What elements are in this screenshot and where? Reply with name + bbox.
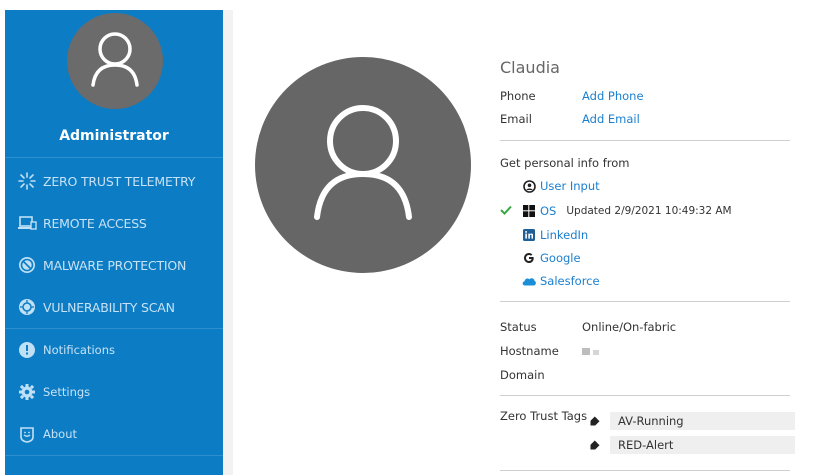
sidebar-item-label: About [43, 427, 78, 441]
email-row: Email Add Email [500, 112, 640, 126]
about-icon [20, 427, 34, 443]
source-label: OS [540, 204, 557, 218]
status-label: Status [500, 320, 537, 334]
source-label: Salesforce [540, 274, 600, 288]
tag-item: AV-Running [590, 412, 795, 430]
check-icon [500, 205, 512, 215]
sidebar-group-modules: ZERO TRUST TELEMETRY REMOTE ACCESS MALWA… [5, 158, 223, 329]
status-row: Status Online/On-fabric [500, 320, 676, 334]
windows-icon [523, 205, 535, 217]
sources-title: Get personal info from [500, 156, 630, 170]
divider [500, 140, 790, 141]
phone-label: Phone [500, 89, 536, 103]
sidebar-item-remote-access[interactable]: REMOTE ACCESS [5, 202, 223, 244]
source-updated-text: Updated 2/9/2021 10:49:32 AM [566, 205, 732, 217]
hostname-row: Hostname [500, 344, 599, 358]
google-icon [524, 253, 534, 263]
domain-label: Domain [500, 368, 545, 382]
divider [500, 470, 790, 471]
linkedin-icon [523, 229, 535, 241]
source-salesforce[interactable]: Salesforce [500, 273, 600, 289]
source-linkedin[interactable]: LinkedIn [500, 227, 588, 243]
source-google[interactable]: Google [500, 250, 581, 266]
remote-access-icon [18, 216, 37, 230]
sidebar-item-label: ZERO TRUST TELEMETRY [43, 173, 196, 189]
malware-protection-icon [19, 257, 35, 273]
sidebar-item-label: VULNERABILITY SCAN [43, 299, 175, 315]
sidebar-item-label: Notifications [43, 343, 115, 357]
email-label: Email [500, 112, 532, 126]
profile-avatar [255, 57, 471, 273]
source-label: User Input [540, 179, 600, 193]
sidebar-item-label: Settings [43, 385, 91, 399]
source-os[interactable]: OS Updated 2/9/2021 10:49:32 AM [500, 203, 732, 219]
hostname-value-redacted [582, 344, 599, 358]
telemetry-icon [18, 172, 36, 190]
zero-trust-tags-label: Zero Trust Tags [500, 409, 588, 423]
top-strip [0, 0, 838, 10]
gear-icon [19, 384, 35, 400]
sidebar-item-about[interactable]: About [5, 413, 223, 455]
domain-row: Domain [500, 368, 545, 382]
sidebar-item-label: REMOTE ACCESS [43, 215, 147, 231]
add-email-link[interactable]: Add Email [582, 112, 640, 126]
tag-label: AV-Running [610, 412, 795, 430]
tag-label: RED-Alert [610, 436, 795, 454]
tag-icon [590, 416, 600, 426]
content-gutter [223, 10, 233, 475]
user-icon [522, 179, 536, 193]
source-user-input[interactable]: User Input [500, 178, 600, 194]
source-label: LinkedIn [540, 228, 589, 242]
sidebar-header: Administrator [5, 10, 223, 158]
salesforce-icon [522, 277, 536, 285]
profile-panel: Claudia Phone Add Phone Email Add Email … [233, 10, 838, 475]
alert-icon [19, 342, 35, 358]
divider [500, 301, 790, 302]
vulnerability-scan-icon [19, 299, 35, 315]
tag-icon [590, 440, 600, 450]
sidebar-item-settings[interactable]: Settings [5, 371, 223, 413]
sidebar-item-malware-protection[interactable]: MALWARE PROTECTION [5, 244, 223, 286]
sidebar: Administrator ZERO TRUST TELEMETRY REMOT… [5, 10, 223, 475]
sidebar-item-zero-trust-telemetry[interactable]: ZERO TRUST TELEMETRY [5, 160, 223, 202]
hostname-label: Hostname [500, 344, 559, 358]
sidebar-item-label: MALWARE PROTECTION [43, 257, 187, 273]
sidebar-group-system: Notifications Settings About [5, 329, 223, 456]
profile-name: Claudia [500, 58, 560, 77]
admin-avatar[interactable] [67, 13, 163, 109]
phone-row: Phone Add Phone [500, 89, 644, 103]
source-label: Google [540, 251, 581, 265]
sidebar-item-notifications[interactable]: Notifications [5, 329, 223, 371]
status-value: Online/On-fabric [582, 320, 677, 334]
admin-name: Administrator [59, 128, 169, 144]
tag-item: RED-Alert [590, 436, 795, 454]
user-icon [314, 105, 412, 220]
divider [500, 395, 790, 396]
user-icon [91, 32, 139, 87]
sidebar-item-vulnerability-scan[interactable]: VULNERABILITY SCAN [5, 286, 223, 328]
add-phone-link[interactable]: Add Phone [582, 89, 644, 103]
